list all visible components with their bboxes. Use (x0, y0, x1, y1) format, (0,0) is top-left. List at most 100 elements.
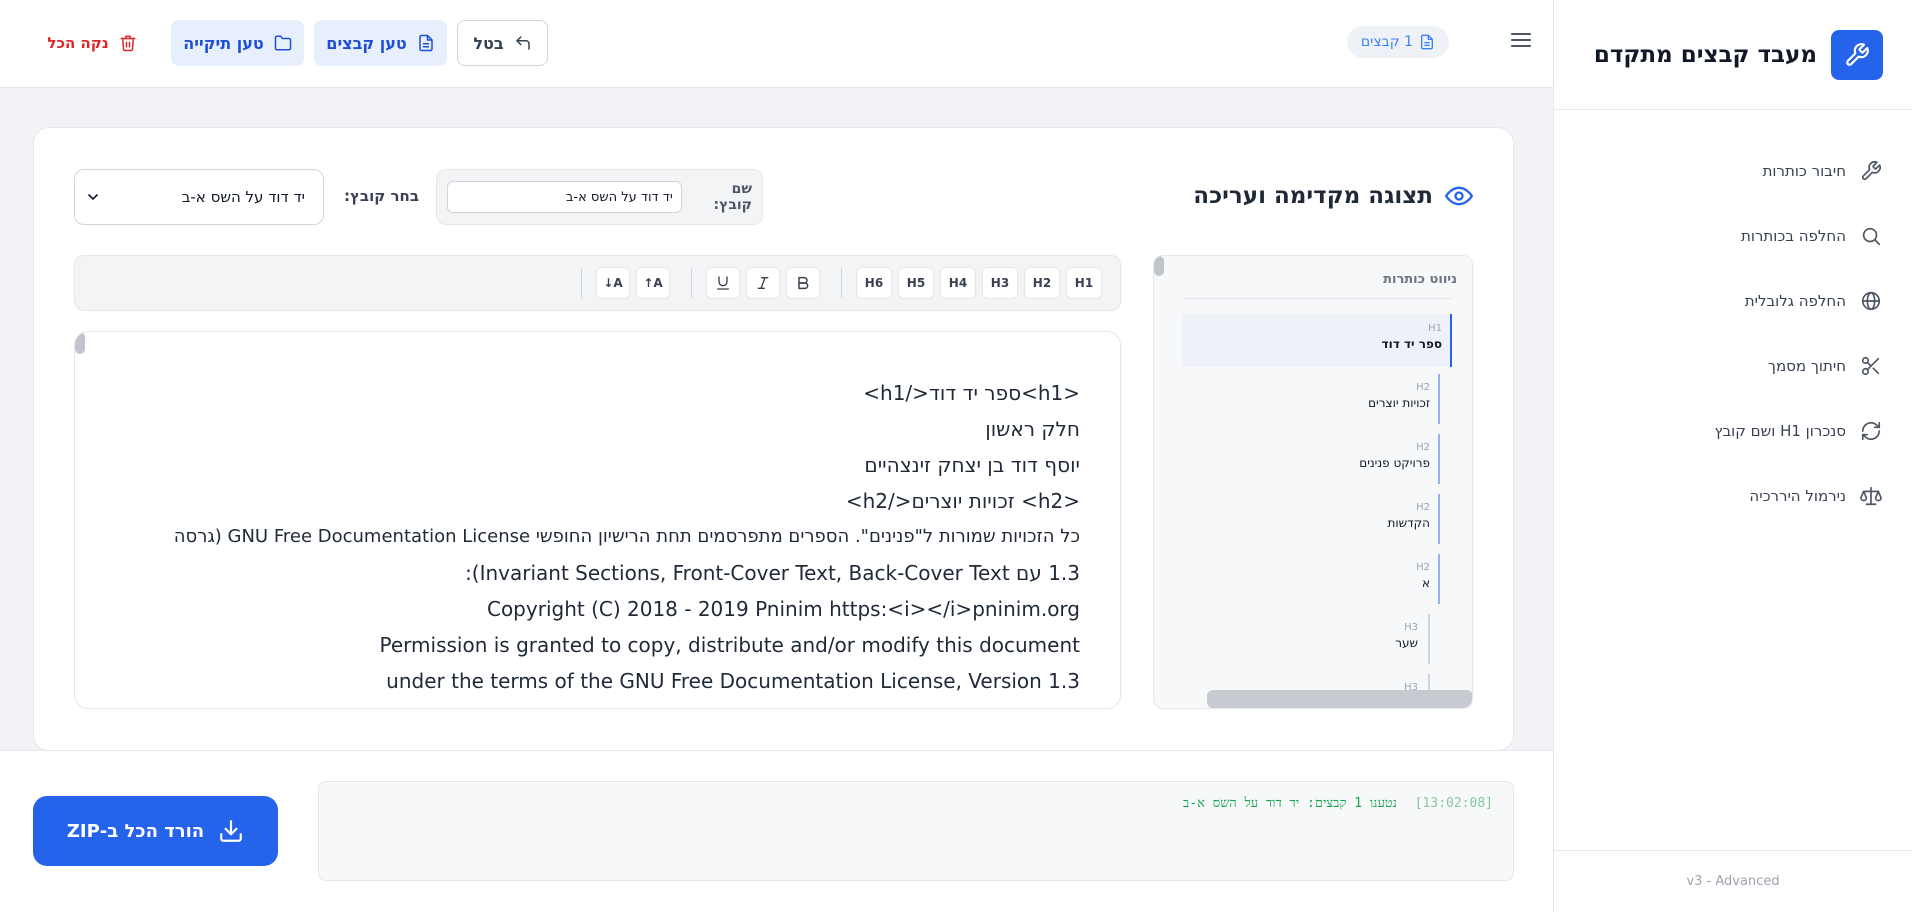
sidebar-item-sync-h1[interactable]: סנכרון H1 ושם קובץ (1554, 398, 1912, 463)
sidebar-item-label: סנכרון H1 ושם קובץ (1714, 421, 1846, 440)
scale-icon (1860, 486, 1882, 505)
scissors-icon (1861, 356, 1880, 375)
heading-text: פרויקט פנינים (1359, 456, 1430, 470)
preview-title: תצוגה מקדימה ועריכה (1193, 182, 1473, 210)
heading-level: H1 (1428, 323, 1442, 334)
toolbar-separator (841, 268, 842, 298)
sidebar-item-split-document[interactable]: חיתוך מסמך (1554, 333, 1912, 398)
load-files-button[interactable]: טען קבצים (314, 20, 447, 66)
download-zip-button[interactable]: הורד הכל ב-ZIP (33, 796, 278, 866)
filename-group: שם קובץ: (436, 169, 763, 225)
editor-line: or any later version published by the Fr… (100, 699, 1081, 708)
heading-item-h2[interactable]: H2 זכויות יוצרים (1340, 374, 1440, 424)
sidebar-item-label: חיבור כותרות (1762, 161, 1846, 180)
divider (1182, 298, 1452, 299)
format-toolbar: H1 H2 H3 H4 H5 H6 A↑ A↓ (74, 255, 1121, 311)
font-size-down-button[interactable]: A↓ (596, 267, 630, 299)
globe-icon (1861, 291, 1881, 310)
sidebar-item-join-headings[interactable]: חיבור כותרות (1554, 138, 1912, 203)
activity-log: [13:02:08] נטענו 1 קבצים: יד דוד על השס … (318, 781, 1514, 881)
h4-button[interactable]: H4 (940, 267, 976, 299)
h5-button[interactable]: H5 (898, 267, 934, 299)
sidebar-item-label: חיתוך מסמך (1767, 356, 1846, 375)
choose-file-label: בחר קובץ: (344, 187, 419, 205)
heading-item-h3[interactable]: H3 שער (1340, 614, 1430, 664)
editor-content[interactable]: <h1>ספר יד דוד</h1> חלק ראשון יוסף דוד ב… (100, 375, 1081, 708)
search-icon (1862, 227, 1881, 245)
heading-level: H2 (1416, 442, 1430, 453)
hamburger-icon (1511, 33, 1531, 47)
app-logo (1831, 29, 1883, 80)
heading-item-h2[interactable]: H2 א (1340, 554, 1440, 604)
eye-icon (1445, 186, 1473, 206)
editor-line: <h2> זכויות יוצרים</h2> (845, 489, 1080, 513)
trash-icon (120, 35, 136, 52)
sidebar-header: מעבד קבצים מתקדם (1554, 0, 1912, 110)
topbar: 1 קבצים בטל טען קבצים טען תיקייה נקה הכל (0, 0, 1553, 88)
toolbar-separator (691, 268, 692, 298)
filename-input[interactable] (447, 181, 682, 213)
underline-icon (717, 276, 729, 290)
download-zip-label: הורד הכל ב-ZIP (66, 820, 205, 842)
editor-line: Copyright (C) 2018 - 2019 Pninim https:<… (486, 597, 1080, 621)
download-icon (220, 820, 243, 842)
font-size-up-button[interactable]: A↑ (636, 267, 670, 299)
document-editor[interactable]: <h1>ספר יד דוד</h1> חלק ראשון יוסף דוד ב… (74, 331, 1121, 709)
version-label: v3 - Advanced (1554, 850, 1912, 912)
cancel-button[interactable]: בטל (457, 20, 548, 66)
load-folder-label: טען תיקייה (183, 33, 264, 53)
wrench-icon (1846, 42, 1869, 66)
heading-item-h2[interactable]: H2 פרויקט פנינים (1340, 434, 1440, 484)
sidebar-nav: חיבור כותרות החלפה בכותרות החלפה גלובלית… (1554, 110, 1912, 528)
h6-button[interactable]: H6 (856, 267, 892, 299)
folder-icon (274, 35, 291, 51)
sidebar: מעבד קבצים מתקדם חיבור כותרות החלפה בכות… (1553, 0, 1912, 912)
toolbar-separator (581, 268, 582, 298)
sidebar-item-label: נירמול היררכיה (1749, 486, 1846, 505)
heading-level: H3 (1404, 622, 1418, 633)
italic-button[interactable] (746, 267, 780, 299)
cancel-label: בטל (473, 33, 504, 53)
log-timestamp: [13:02:08] (1414, 796, 1493, 811)
file-select[interactable]: יד דוד על השס א-ב (74, 169, 324, 225)
underline-button[interactable] (706, 267, 740, 299)
bold-icon (798, 276, 809, 290)
h3-button[interactable]: H3 (982, 267, 1018, 299)
heading-item-h1[interactable]: H1 ספר יד דוד (1182, 314, 1452, 367)
heading-text: הקדשות (1387, 516, 1430, 530)
h2-button[interactable]: H2 (1024, 267, 1060, 299)
app-title: מעבד קבצים מתקדם (1593, 41, 1817, 68)
sidebar-item-replace-headings[interactable]: החלפה בכותרות (1554, 203, 1912, 268)
chevron-down-icon (88, 194, 98, 201)
editor-line: <h1>ספר יד דוד</h1> (863, 381, 1080, 405)
refresh-icon (1861, 421, 1881, 440)
load-folder-button[interactable]: טען תיקייה (171, 20, 304, 66)
nav-vertical-scrollbar[interactable] (1154, 256, 1164, 276)
file-select-value: יד דוד על השס א-ב (181, 188, 305, 206)
headings-nav-panel[interactable]: ניווט כותרות H1 ספר יד דוד H2 זכויות יוצ… (1153, 255, 1473, 709)
heading-text: ספר יד דוד (1381, 337, 1442, 351)
editor-line: 1.3 עם Invariant Sections, Front-Cover T… (465, 561, 1080, 585)
log-entry: [13:02:08] נטענו 1 קבצים: יד דוד על השס … (1183, 795, 1493, 811)
menu-button[interactable] (1509, 28, 1533, 52)
load-files-label: טען קבצים (326, 33, 407, 53)
clear-all-button[interactable]: נקה הכל (40, 20, 144, 66)
heading-item-h2[interactable]: H2 הקדשות (1340, 494, 1440, 544)
heading-level: H2 (1416, 562, 1430, 573)
editor-line: under the terms of the GNU Free Document… (386, 669, 1080, 693)
editor-line: חלק ראשון (985, 417, 1080, 441)
files-count-text: 1 קבצים (1360, 34, 1413, 50)
clear-all-label: נקה הכל (47, 34, 109, 52)
h1-button[interactable]: H1 (1066, 267, 1102, 299)
sidebar-item-normalize-hierarchy[interactable]: נירמול היררכיה (1554, 463, 1912, 528)
bold-button[interactable] (786, 267, 820, 299)
preview-title-text: תצוגה מקדימה ועריכה (1193, 183, 1433, 209)
editor-scrollbar[interactable] (75, 332, 85, 354)
sidebar-item-global-replace[interactable]: החלפה גלובלית (1554, 268, 1912, 333)
log-message: נטענו 1 קבצים: יד דוד על השס א-ב (1182, 796, 1397, 811)
undo-icon (515, 36, 530, 50)
nav-horizontal-scrollbar[interactable] (1207, 690, 1472, 708)
editor-line: כל הזכויות שמורות ל"פנינים". הספרים מתפר… (173, 526, 1080, 547)
wrench-icon (1861, 160, 1881, 180)
editor-line: יוסף דוד בן יצחק זינצהיים (864, 453, 1080, 477)
